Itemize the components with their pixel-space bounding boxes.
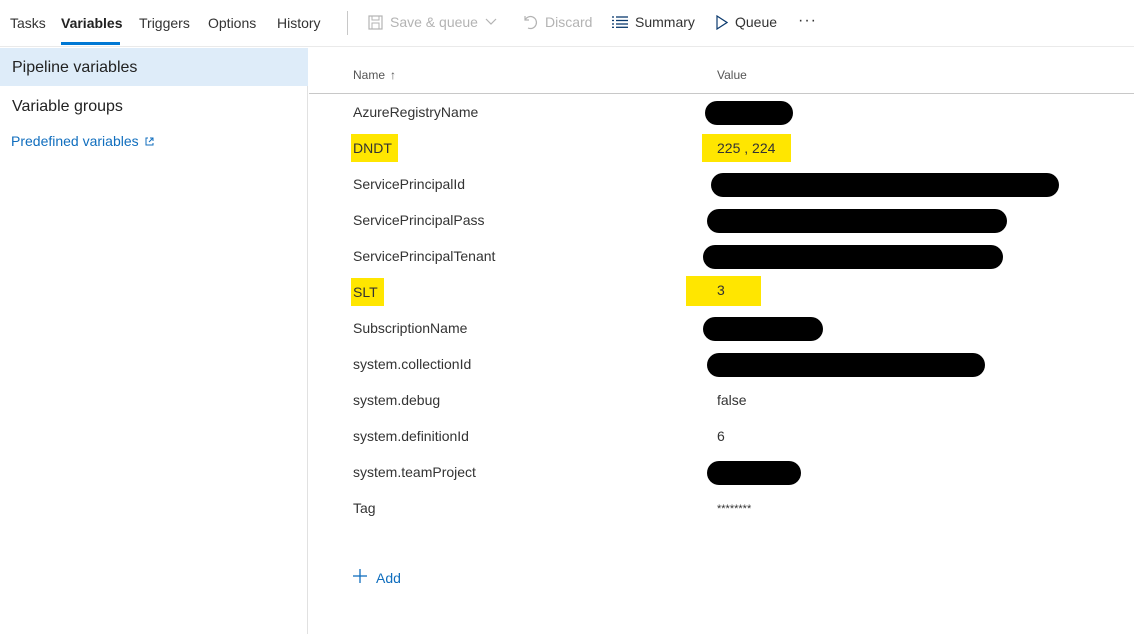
table-row[interactable]: SubscriptionName	[309, 311, 1134, 347]
summary-label: Summary	[635, 14, 695, 30]
top-toolbar: Tasks Variables Triggers Options History…	[0, 0, 1134, 47]
summary-button[interactable]: Summary	[612, 14, 695, 30]
variable-name[interactable]: AzureRegistryName	[353, 104, 478, 120]
sort-ascending-icon: ↑	[390, 68, 397, 82]
table-row[interactable]: Tag ********	[309, 491, 1134, 527]
variable-name[interactable]: system.teamProject	[353, 464, 476, 480]
variable-name[interactable]: SubscriptionName	[353, 320, 467, 336]
variable-name[interactable]: SLT	[351, 278, 384, 306]
tab-history[interactable]: History	[277, 15, 321, 31]
redacted-value	[707, 461, 801, 485]
table-row[interactable]: system.definitionId 6	[309, 419, 1134, 455]
table-row[interactable]: system.debug false	[309, 383, 1134, 419]
save-icon	[368, 14, 383, 30]
table-header: Name ↑ Value	[309, 48, 1134, 94]
save-queue-button[interactable]: Save & queue	[368, 14, 497, 30]
table-row[interactable]: ServicePrincipalId	[309, 167, 1134, 203]
save-queue-label: Save & queue	[390, 14, 478, 30]
variable-name[interactable]: ServicePrincipalTenant	[353, 248, 495, 264]
variable-name[interactable]: system.definitionId	[353, 428, 469, 444]
variable-name[interactable]: system.debug	[353, 392, 440, 408]
variable-value[interactable]: ********	[717, 503, 751, 515]
predefined-variables-label: Predefined variables	[11, 133, 139, 149]
variable-value[interactable]: 6	[717, 428, 725, 444]
sidebar-item-pipeline-variables[interactable]: Pipeline variables	[0, 48, 308, 86]
column-name-label: Name	[353, 68, 386, 82]
external-link-icon	[145, 133, 154, 149]
discard-label: Discard	[545, 14, 593, 30]
sidebar-item-variable-groups[interactable]: Variable groups	[0, 88, 308, 126]
tab-triggers[interactable]: Triggers	[139, 15, 190, 31]
table-row[interactable]: AzureRegistryName	[309, 95, 1134, 131]
tab-variables[interactable]: Variables	[61, 15, 123, 31]
list-icon	[612, 16, 628, 28]
active-tab-indicator	[61, 42, 120, 45]
redacted-value	[707, 353, 985, 377]
column-header-name[interactable]: Name ↑	[353, 68, 396, 82]
chevron-down-icon	[485, 18, 497, 26]
more-icon: ···	[798, 12, 817, 29]
variable-name[interactable]: system.collectionId	[353, 356, 471, 372]
tab-options[interactable]: Options	[208, 15, 256, 31]
variable-name[interactable]: Tag	[353, 500, 376, 516]
add-label: Add	[376, 569, 401, 586]
variable-value[interactable]: false	[717, 392, 747, 408]
tab-tasks[interactable]: Tasks	[10, 15, 46, 31]
table-row[interactable]: DNDT 225 , 224	[309, 131, 1134, 167]
redacted-value	[711, 173, 1059, 197]
play-icon	[716, 14, 728, 30]
sidebar: Pipeline variables Variable groups Prede…	[0, 48, 308, 634]
add-variable-button[interactable]: Add	[352, 568, 401, 587]
column-value-label: Value	[717, 68, 747, 82]
more-actions-button[interactable]: ···	[798, 12, 817, 30]
table-row[interactable]: ServicePrincipalPass	[309, 203, 1134, 239]
undo-icon	[522, 14, 538, 30]
toolbar-divider	[347, 11, 348, 35]
table-row[interactable]: ServicePrincipalTenant	[309, 239, 1134, 275]
table-row[interactable]: system.teamProject	[309, 455, 1134, 491]
redacted-value	[703, 317, 823, 341]
column-header-value: Value	[717, 68, 747, 82]
table-row[interactable]: system.collectionId	[309, 347, 1134, 383]
variable-value[interactable]: 3	[686, 276, 761, 306]
variable-name[interactable]: DNDT	[351, 134, 398, 162]
queue-label: Queue	[735, 14, 778, 30]
redacted-value	[707, 209, 1007, 233]
plus-icon	[352, 568, 368, 587]
queue-button[interactable]: Queue	[716, 14, 777, 30]
variable-name[interactable]: ServicePrincipalId	[353, 176, 465, 192]
discard-button[interactable]: Discard	[522, 14, 592, 30]
redacted-value	[705, 101, 793, 125]
variable-name[interactable]: ServicePrincipalPass	[353, 212, 485, 228]
variable-value[interactable]: 225 , 224	[702, 134, 792, 162]
table-row[interactable]: SLT 3	[309, 275, 1134, 311]
redacted-value	[703, 245, 1003, 269]
predefined-variables-link[interactable]: Predefined variables	[11, 133, 154, 149]
